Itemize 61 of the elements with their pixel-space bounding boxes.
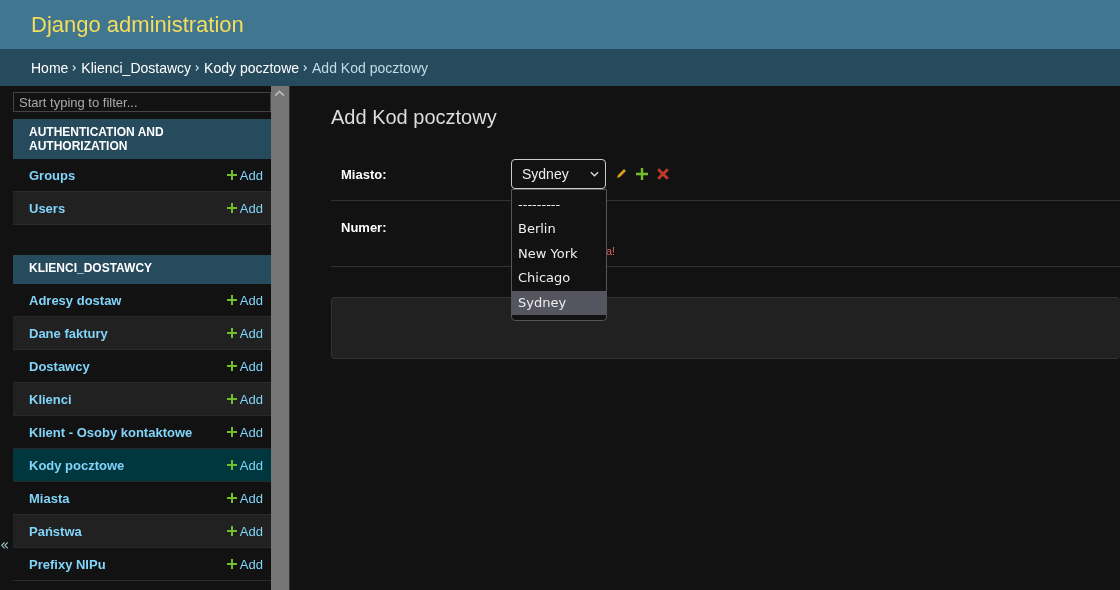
chevron-icon bbox=[72, 63, 78, 72]
scroll-up-icon[interactable] bbox=[274, 90, 285, 97]
module-caption[interactable]: AUTHENTICATION AND AUTHORIZATION bbox=[13, 119, 271, 159]
add-link[interactable]: Add bbox=[226, 325, 263, 341]
model-link[interactable]: Miasta bbox=[29, 490, 70, 506]
dropdown-option[interactable]: --------- bbox=[512, 192, 606, 218]
plus-icon bbox=[226, 559, 237, 569]
breadcrumb-link[interactable]: Kody pocztowe bbox=[204, 59, 300, 76]
plus-icon[interactable] bbox=[636, 167, 648, 180]
model-link[interactable]: Kody pocztowe bbox=[29, 457, 125, 473]
delete-icon[interactable] bbox=[657, 167, 669, 180]
model-link[interactable]: Klient - Osoby kontaktowe bbox=[29, 424, 193, 440]
site-title[interactable]: Django administration bbox=[31, 11, 244, 38]
add-link[interactable]: Add bbox=[226, 200, 263, 216]
model-link[interactable]: Klienci bbox=[29, 391, 72, 407]
plus-icon bbox=[226, 427, 237, 437]
add-link[interactable]: Add bbox=[226, 457, 263, 473]
field-label: Miasto: bbox=[341, 166, 387, 182]
pencil-icon[interactable] bbox=[615, 167, 627, 180]
breadcrumb-link[interactable]: Klienci_Dostawcy bbox=[81, 59, 192, 76]
help-text: a! bbox=[606, 245, 616, 257]
module-caption[interactable]: KLIENCI_DOSTAWCY bbox=[13, 255, 271, 284]
field-label: Numer: bbox=[341, 220, 387, 235]
add-link[interactable]: Add bbox=[226, 424, 263, 440]
chevron-icon bbox=[303, 63, 309, 72]
dropdown-option[interactable]: Sydney bbox=[512, 290, 606, 316]
plus-icon bbox=[226, 526, 237, 536]
add-link[interactable]: Add bbox=[226, 523, 263, 539]
caret-icon bbox=[590, 170, 599, 177]
collapse-toggle[interactable]: « bbox=[0, 538, 10, 553]
plus-icon bbox=[226, 460, 237, 470]
add-link[interactable]: Add bbox=[226, 292, 263, 308]
plus-icon bbox=[226, 361, 237, 371]
scrollbar[interactable] bbox=[271, 86, 289, 590]
plus-icon bbox=[226, 394, 237, 404]
page-title: Add Kod pocztowy bbox=[331, 106, 498, 129]
dropdown-option[interactable]: New York bbox=[512, 241, 606, 267]
model-link[interactable]: Państwa bbox=[29, 523, 82, 539]
dropdown-option[interactable]: Chicago bbox=[512, 266, 606, 291]
model-link[interactable]: Dane faktury bbox=[29, 325, 108, 341]
plus-icon bbox=[226, 170, 237, 180]
filter-field[interactable]: Start typing to filter... bbox=[13, 92, 271, 112]
dropdown-option[interactable]: Berlin bbox=[512, 217, 606, 242]
model-link[interactable]: Dostawcy bbox=[29, 358, 90, 374]
plus-icon bbox=[226, 328, 237, 338]
add-link[interactable]: Add bbox=[226, 556, 263, 572]
plus-icon bbox=[226, 493, 237, 503]
city-select[interactable]: Sydney bbox=[511, 158, 606, 189]
chevron-icon bbox=[195, 63, 201, 72]
breadcrumb-current: Add Kod pocztowy bbox=[312, 59, 428, 76]
add-link[interactable]: Add bbox=[226, 358, 263, 374]
model-link[interactable]: Users bbox=[29, 200, 66, 216]
model-link[interactable]: Adresy dostaw bbox=[29, 292, 122, 308]
model-link[interactable]: Groups bbox=[29, 167, 76, 183]
add-link[interactable]: Add bbox=[226, 391, 263, 407]
breadcrumb-link[interactable]: Home bbox=[31, 59, 69, 76]
add-link[interactable]: Add bbox=[226, 167, 263, 183]
plus-icon bbox=[226, 203, 237, 213]
add-link[interactable]: Add bbox=[226, 490, 263, 506]
plus-icon bbox=[226, 295, 237, 305]
model-link[interactable]: Prefixy NIPu bbox=[29, 556, 106, 572]
